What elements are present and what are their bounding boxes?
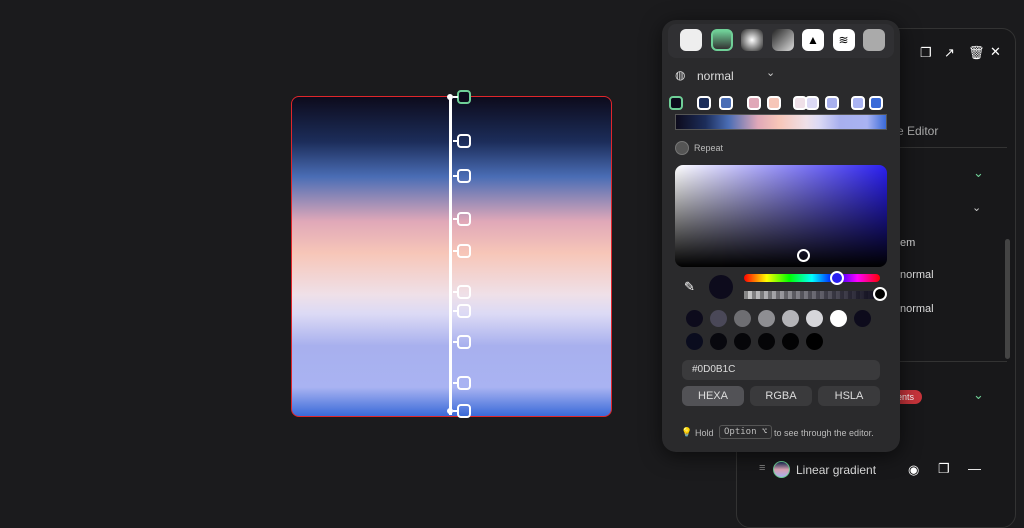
duplicate-icon[interactable]: ❐ xyxy=(938,461,950,477)
canvas-color-stop[interactable] xyxy=(453,303,471,318)
color-swatch[interactable] xyxy=(734,333,751,350)
chevron-down-icon[interactable]: ⌄ xyxy=(973,387,984,403)
color-swatch[interactable] xyxy=(710,333,727,350)
color-swatch[interactable] xyxy=(806,310,823,327)
color-swatch[interactable] xyxy=(782,310,799,327)
trash-icon[interactable]: 🗑 xyxy=(968,45,985,61)
color-swatch[interactable] xyxy=(854,310,871,327)
lightbulb-icon: 💡 xyxy=(681,427,693,437)
alpha-thumb[interactable] xyxy=(873,287,887,301)
hue-thumb[interactable] xyxy=(830,271,844,285)
format-hsla[interactable]: HSLA xyxy=(818,386,880,406)
fill-type-noise[interactable] xyxy=(863,29,885,51)
eyedropper-icon[interactable]: ✎ xyxy=(684,279,695,295)
saturation-area[interactable] xyxy=(675,165,887,267)
canvas-color-stop[interactable] xyxy=(453,168,471,183)
layer-name: Linear gradient xyxy=(796,463,877,477)
color-swatch[interactable] xyxy=(710,310,727,327)
gradient-stop[interactable] xyxy=(825,96,839,110)
fill-picker-popup: ▲ ≋ ◍ normal ⌄ Repeat ✎ #0D0B1C HEXA RGBA… xyxy=(662,20,900,452)
font-weight-value[interactable]: normal xyxy=(900,269,934,281)
canvas-color-stop[interactable] xyxy=(453,133,471,148)
color-swatch[interactable] xyxy=(686,310,703,327)
canvas-color-stop[interactable] xyxy=(453,90,471,104)
line-height-value[interactable]: normal xyxy=(900,303,934,315)
gradient-stop[interactable] xyxy=(669,96,683,110)
repeat-label: Repeat xyxy=(694,143,724,153)
divider xyxy=(897,361,1007,362)
gradient-direction-line[interactable] xyxy=(449,97,452,415)
blend-mode-icon: ◍ xyxy=(675,68,686,82)
hint-text: to see through the editor. xyxy=(774,428,874,438)
format-hexa[interactable]: HEXA xyxy=(682,386,744,406)
color-swatch[interactable] xyxy=(758,310,775,327)
gradient-stop[interactable] xyxy=(747,96,761,110)
editor-tab[interactable]: e Editor xyxy=(897,124,938,138)
canvas-color-stop[interactable] xyxy=(453,404,471,418)
canvas-color-stop[interactable] xyxy=(453,212,471,227)
canvas-color-stop[interactable] xyxy=(453,334,471,349)
color-swatch[interactable] xyxy=(782,333,799,350)
canvas-color-stop[interactable] xyxy=(453,284,471,299)
layer-swatch[interactable] xyxy=(773,461,790,478)
chevron-down-icon[interactable]: ⌄ xyxy=(766,66,775,79)
gradient-stop[interactable] xyxy=(697,96,711,110)
eye-icon[interactable]: ◉ xyxy=(908,462,919,478)
color-swatch[interactable] xyxy=(686,333,703,350)
divider xyxy=(897,147,1007,148)
current-color-preview xyxy=(709,275,733,299)
gradient-stop[interactable] xyxy=(805,96,819,110)
alpha-slider[interactable] xyxy=(744,291,880,299)
letter-spacing-unit: em xyxy=(900,237,916,249)
color-swatch[interactable] xyxy=(830,310,847,327)
remove-icon[interactable]: — xyxy=(968,461,981,476)
scrollbar[interactable] xyxy=(1005,239,1010,359)
gradient-stop[interactable] xyxy=(719,96,733,110)
chevron-down-icon[interactable]: ⌄ xyxy=(973,165,984,181)
canvas-color-stop[interactable] xyxy=(453,375,471,390)
fill-type-solid[interactable] xyxy=(680,29,702,51)
duplicate-icon[interactable]: ❐ xyxy=(920,45,932,61)
gradient-stop[interactable] xyxy=(851,96,865,110)
hue-slider[interactable] xyxy=(744,274,880,282)
fill-type-image[interactable]: ▲ xyxy=(802,29,824,51)
color-swatch[interactable] xyxy=(806,333,823,350)
gradient-bar[interactable] xyxy=(675,114,887,130)
keyboard-key: Option ⌥ xyxy=(719,425,773,439)
fill-type-conic-gradient[interactable] xyxy=(771,29,794,51)
chevron-down-icon[interactable]: ⌄ xyxy=(972,201,981,214)
color-swatch[interactable] xyxy=(758,333,775,350)
blend-mode-select[interactable]: normal xyxy=(697,69,734,83)
fill-type-linear-gradient[interactable] xyxy=(710,29,733,51)
repeat-checkbox[interactable] xyxy=(675,141,689,155)
saturation-cursor[interactable] xyxy=(797,249,810,262)
drag-handle-icon[interactable]: ≡ xyxy=(759,462,765,474)
hint-text: Hold xyxy=(695,428,714,438)
hex-input[interactable]: #0D0B1C xyxy=(682,360,880,380)
canvas-color-stop[interactable] xyxy=(453,243,471,258)
fill-type-pattern[interactable]: ≋ xyxy=(832,29,855,51)
gradient-stop[interactable] xyxy=(869,96,883,110)
format-rgba[interactable]: RGBA xyxy=(750,386,812,406)
close-icon[interactable]: ✕ xyxy=(990,44,1001,60)
color-swatch[interactable] xyxy=(734,310,751,327)
gradient-stop[interactable] xyxy=(767,96,781,110)
open-external-icon[interactable]: ↗ xyxy=(944,45,955,61)
fill-type-radial-gradient[interactable] xyxy=(741,29,763,51)
